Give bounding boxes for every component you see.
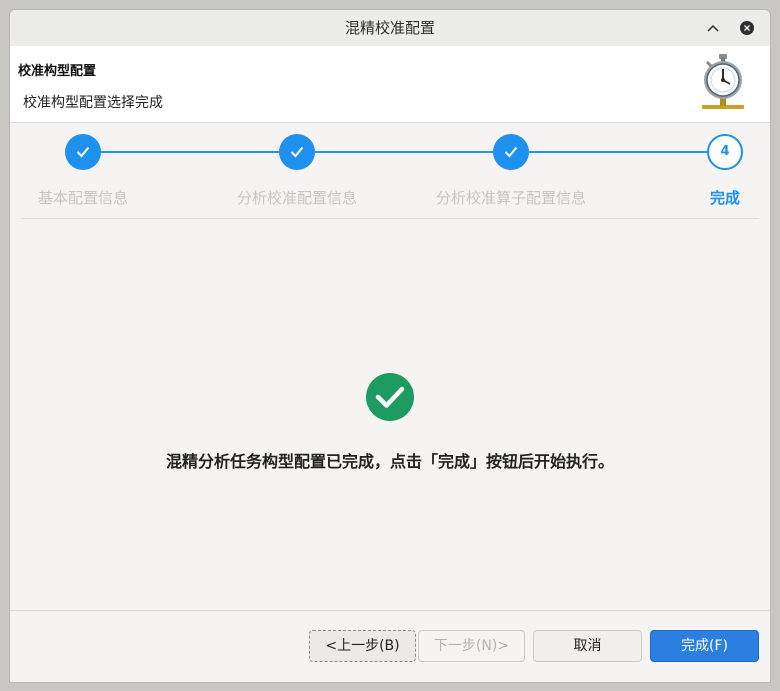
content-area: 混精分析任务构型配置已完成，点击「完成」按钮后开始执行。	[10, 220, 770, 610]
step-4-current: 4	[707, 134, 743, 170]
check-icon	[504, 146, 518, 158]
step-label-basic: 基本配置信息	[37, 189, 129, 207]
footer-divider	[10, 610, 770, 611]
title-bar: 混精校准配置	[10, 10, 770, 47]
completion-message: 混精分析任务构型配置已完成，点击「完成」按钮后开始执行。	[165, 452, 614, 471]
stopwatch-icon	[702, 54, 744, 109]
finish-button[interactable]: 完成(F)	[650, 630, 759, 662]
wizard-header: 校准构型配置 校准构型配置选择完成	[10, 46, 770, 123]
step-3-complete	[493, 134, 529, 170]
check-icon	[76, 146, 90, 158]
next-button[interactable]: 下一步(N)>	[418, 630, 525, 662]
chevron-up-icon	[707, 24, 719, 32]
wizard-window: 混精校准配置 校准构型配置 校准构型配置选择完成 4 基本配置信息 分析校准配置…	[9, 9, 771, 683]
close-button[interactable]	[736, 17, 758, 39]
step-label-operator: 分析校准算子配置信息	[435, 189, 587, 207]
back-button[interactable]: <上一步(B)	[309, 630, 416, 662]
divider	[21, 218, 759, 219]
step-2-complete	[279, 134, 315, 170]
step-label-analysis: 分析校准配置信息	[236, 189, 358, 207]
cancel-button[interactable]: 取消	[533, 630, 642, 662]
close-icon	[740, 21, 754, 35]
step-label-finish: 完成	[709, 189, 741, 207]
step-1-complete	[65, 134, 101, 170]
collapse-button[interactable]	[702, 17, 724, 39]
header-title: 校准构型配置	[18, 64, 97, 79]
step-connector	[314, 151, 494, 153]
step-connector	[100, 151, 280, 153]
header-subtitle: 校准构型配置选择完成	[23, 95, 163, 111]
check-icon	[290, 146, 304, 158]
success-check-icon	[366, 373, 414, 421]
step-connector	[528, 151, 708, 153]
window-title: 混精校准配置	[344, 19, 435, 37]
step-indicator: 4 基本配置信息 分析校准配置信息 分析校准算子配置信息 完成	[10, 122, 770, 222]
